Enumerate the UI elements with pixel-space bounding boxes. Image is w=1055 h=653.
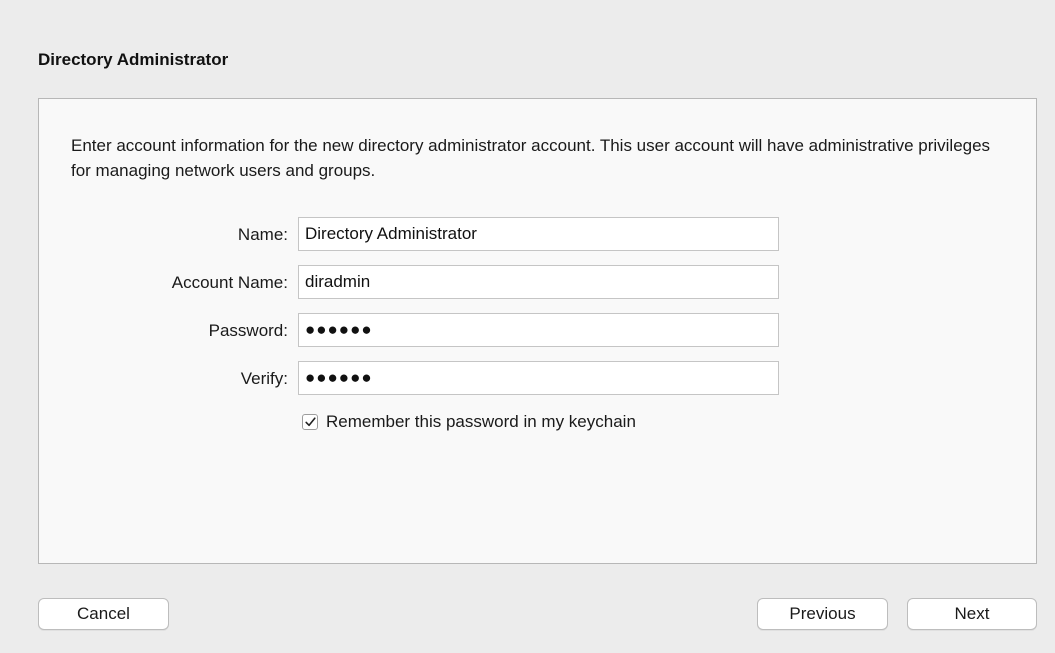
cancel-button[interactable]: Cancel	[38, 598, 169, 630]
verify-password-field[interactable]	[298, 361, 779, 395]
next-button[interactable]: Next	[907, 598, 1037, 630]
account-name-row: Account Name:	[39, 265, 1038, 299]
name-field[interactable]	[298, 217, 779, 251]
account-name-label: Account Name:	[171, 273, 288, 292]
keychain-checkbox[interactable]	[302, 414, 318, 430]
admin-account-panel: Enter account information for the new di…	[38, 98, 1037, 564]
password-field[interactable]	[298, 313, 779, 347]
checkmark-icon	[304, 417, 316, 427]
name-row: Name:	[39, 217, 1038, 251]
verify-label: Verify:	[240, 369, 288, 388]
intro-text: Enter account information for the new di…	[71, 136, 991, 180]
keychain-checkbox-row[interactable]: Remember this password in my keychain	[302, 410, 636, 434]
name-label: Name:	[237, 225, 288, 244]
page-title: Directory Administrator	[38, 50, 229, 69]
verify-row: Verify:	[39, 361, 1038, 395]
keychain-checkbox-label[interactable]: Remember this password in my keychain	[326, 412, 636, 432]
previous-button[interactable]: Previous	[757, 598, 888, 630]
password-label: Password:	[208, 321, 288, 340]
password-row: Password:	[39, 313, 1038, 347]
account-name-field[interactable]	[298, 265, 779, 299]
